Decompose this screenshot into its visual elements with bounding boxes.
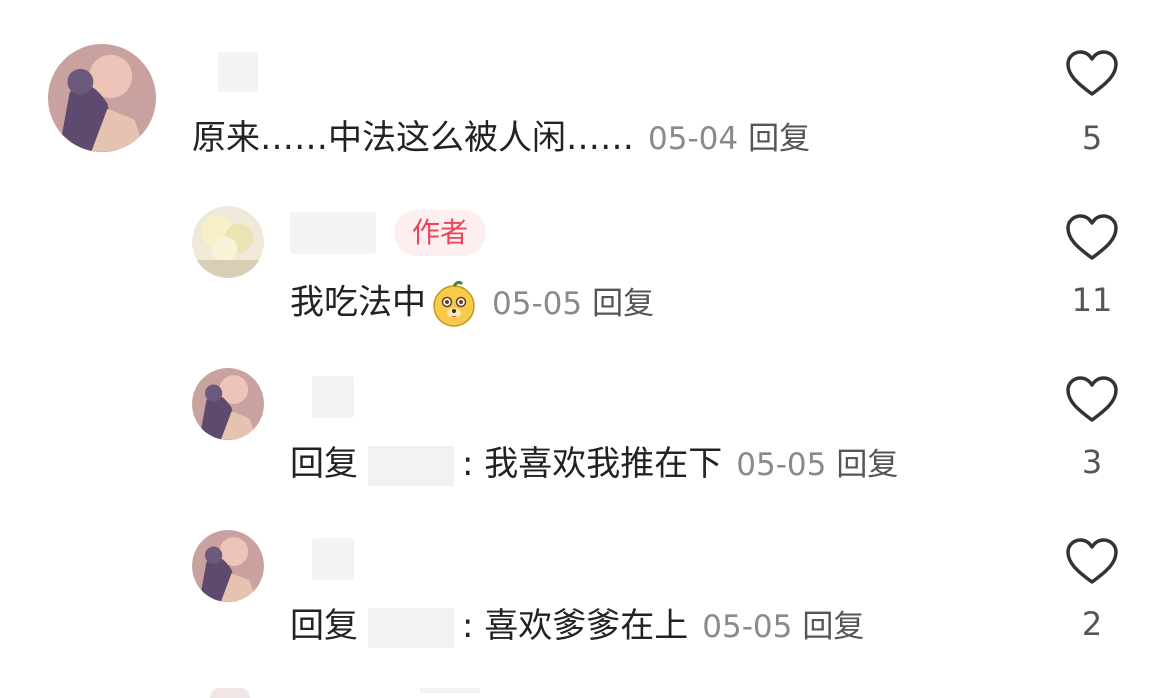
reply-prefix: 回复 — [290, 606, 358, 646]
dog-face-emoji-icon — [430, 280, 478, 328]
username-redacted[interactable] — [218, 52, 258, 92]
reply-button[interactable]: 回复 — [836, 447, 898, 483]
like-count: 3 — [1081, 443, 1103, 481]
comment-body: 回复: 我喜欢我推在下 05-05 回复 — [290, 442, 898, 487]
avatar-image — [192, 368, 264, 440]
author-badge: 作者 — [394, 210, 487, 256]
avatar-image — [192, 206, 264, 278]
reply-prefix: 回复 — [290, 444, 358, 484]
like-button[interactable] — [1064, 538, 1120, 586]
avatar[interactable] — [192, 530, 264, 602]
comment-text: 我吃法中 — [290, 282, 426, 323]
username-redacted[interactable] — [312, 538, 354, 580]
reply-button[interactable]: 回复 — [748, 121, 810, 157]
avatar[interactable] — [192, 206, 264, 278]
like-button[interactable] — [1064, 376, 1120, 424]
avatar-partial — [210, 688, 250, 698]
comment-text: : 我喜欢我推在下 — [462, 444, 723, 484]
avatar-image — [192, 530, 264, 602]
like-count: 11 — [1071, 281, 1113, 319]
avatar-image — [48, 44, 156, 152]
comment-text: : 喜欢爹爹在上 — [462, 606, 689, 646]
username-redacted-partial — [420, 688, 480, 693]
like-count: 2 — [1081, 605, 1103, 643]
like-button[interactable] — [1064, 50, 1120, 98]
comment-date: 05-04 — [648, 121, 739, 157]
comment-date: 05-05 — [736, 447, 827, 483]
comment-text: 原来……中法这么被人闲…… — [192, 118, 634, 158]
comment-date: 05-05 — [702, 609, 793, 645]
heart-outline-icon — [1066, 214, 1118, 260]
comment-date: 05-05 — [492, 285, 583, 322]
heart-outline-icon — [1066, 538, 1118, 584]
heart-outline-icon — [1066, 376, 1118, 422]
avatar[interactable] — [192, 368, 264, 440]
comment-body: 原来……中法这么被人闲…… 05-04 回复 — [192, 116, 810, 161]
avatar[interactable] — [48, 44, 156, 152]
comment-body: 我吃法中 05-05 回复 — [290, 280, 654, 328]
mention-redacted[interactable] — [368, 445, 454, 486]
reply-button[interactable]: 回复 — [802, 609, 864, 645]
heart-outline-icon — [1066, 50, 1118, 96]
username-redacted[interactable] — [290, 212, 376, 254]
like-count: 5 — [1081, 119, 1103, 157]
username-redacted[interactable] — [312, 376, 354, 418]
like-button[interactable] — [1064, 214, 1120, 262]
comment-body: 回复: 喜欢爹爹在上 05-05 回复 — [290, 604, 864, 649]
mention-redacted[interactable] — [368, 607, 454, 648]
reply-button[interactable]: 回复 — [592, 286, 654, 322]
